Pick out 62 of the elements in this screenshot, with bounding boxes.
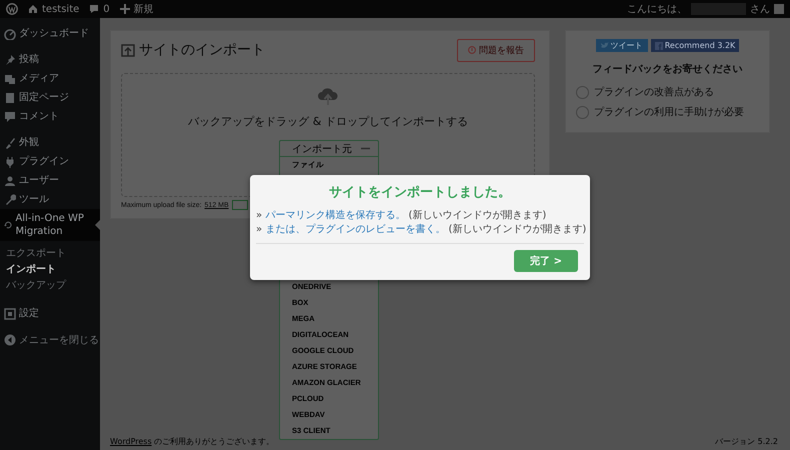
wrench-icon xyxy=(4,194,16,206)
feedback-heading: フィードバックをお寄せください xyxy=(592,62,744,76)
sidebar-menu-item[interactable]: プラグイン xyxy=(0,152,100,171)
plus-icon xyxy=(120,4,130,14)
sidebar-menu-item[interactable]: ツール xyxy=(0,190,100,209)
radio-label: プラグインの改善点がある xyxy=(594,86,714,99)
person-icon xyxy=(4,174,16,186)
sidebar-menu-item[interactable]: 固定ページ xyxy=(0,88,100,107)
submenu-item[interactable]: バックアップ xyxy=(0,278,100,294)
sidebar-menu-item[interactable]: ダッシュボード xyxy=(0,24,100,43)
media-icon xyxy=(4,72,16,84)
circular-arrow-icon xyxy=(4,219,12,231)
done-button[interactable]: 完了 > xyxy=(514,250,578,272)
settings-icon xyxy=(4,308,16,320)
new-link[interactable]: 新規 xyxy=(134,2,154,16)
speech-bubble-icon xyxy=(4,110,16,122)
gauge-icon xyxy=(4,28,16,40)
home-icon xyxy=(28,4,38,14)
sidebar-menu-item[interactable]: メディア xyxy=(0,69,100,88)
facebook-icon xyxy=(654,42,663,50)
plug-icon xyxy=(4,156,16,168)
wordpress-logo-icon[interactable] xyxy=(6,3,18,15)
comment-count[interactable]: 0 xyxy=(103,4,110,14)
dialog-message: » または、プラグインのレビューを書く。 (新しいウインドウが開きます) xyxy=(256,223,584,237)
radio-label: プラグインの利用に手助けが必要 xyxy=(594,106,744,119)
submenu-item[interactable]: エクスポート xyxy=(0,246,100,262)
submenu-item[interactable]: インポート xyxy=(0,262,100,278)
minus-icon[interactable] xyxy=(361,147,370,150)
brush-icon xyxy=(4,136,16,148)
wordpress-link[interactable]: WordPress xyxy=(110,437,152,446)
speech-bubble-icon xyxy=(89,4,100,14)
page-icon xyxy=(4,92,16,104)
version-text: バージョン 5.2.2 xyxy=(715,436,778,448)
dialog-link[interactable]: パーマリンク構造を保存する。 xyxy=(265,210,406,221)
greeting-suffix: さん xyxy=(750,3,770,16)
sidebar-menu-item[interactable]: 外観 xyxy=(0,133,100,152)
small-button[interactable] xyxy=(232,200,248,210)
page-title: サイトのインポート xyxy=(139,41,265,59)
report-problem-button[interactable]: 問題を報告 xyxy=(457,38,535,62)
sidebar-menu-item[interactable]: コメント xyxy=(0,107,100,126)
radio-button[interactable] xyxy=(576,106,589,118)
radio-button[interactable] xyxy=(576,86,589,98)
tweet-button[interactable]: ツイート xyxy=(596,39,648,52)
menu-heading[interactable]: インポート元 xyxy=(292,142,352,156)
site-name-link[interactable]: testsite xyxy=(42,4,80,14)
sidebar-menu-item[interactable]: 投稿 xyxy=(0,50,100,69)
pin-icon xyxy=(4,54,16,66)
cloud-upload-icon xyxy=(317,86,339,106)
info-icon xyxy=(468,46,476,54)
avatar-block[interactable] xyxy=(774,4,784,14)
import-icon xyxy=(121,43,135,57)
bird-icon xyxy=(600,42,609,49)
sidebar-menu-item[interactable]: 設定 xyxy=(0,304,100,323)
dialog-message: » パーマリンク構造を保存する。 (新しいウインドウが開きます) xyxy=(256,209,548,223)
collapse-menu-button[interactable]: メニューを閉じる xyxy=(0,330,100,350)
footer-text: WordPress のご利用ありがとうございます。 xyxy=(110,436,274,448)
drop-instruction: バックアップをドラッグ & ドロップしてインポートする xyxy=(188,114,468,129)
sidebar-menu-item[interactable]: All-in-One WP Migration xyxy=(0,209,100,241)
dialog-link[interactable]: または、プラグインのレビューを書く。 xyxy=(265,224,446,235)
sidebar-menu-item[interactable]: ユーザー xyxy=(0,171,100,190)
recommend-button[interactable]: Recommend 3.2K xyxy=(650,39,740,52)
greeting-text: こんにちは、 xyxy=(627,3,687,16)
